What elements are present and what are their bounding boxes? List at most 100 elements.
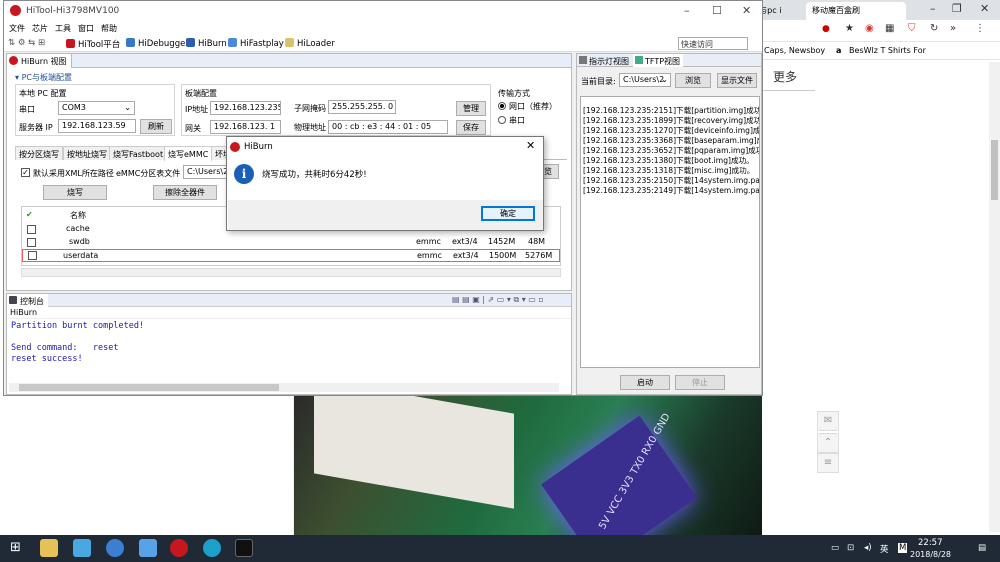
gateway-input[interactable]: 192.168.123. 1: [210, 120, 281, 134]
hifastplay-button[interactable]: HiFastplay: [228, 38, 284, 49]
shield-icon[interactable]: ⛉: [908, 23, 916, 34]
more-link[interactable]: 更多: [773, 68, 797, 85]
tab-emmc-burn[interactable]: 烧写eMMC: [164, 146, 213, 161]
scroll-thumb[interactable]: [19, 384, 279, 391]
scroll-thumb[interactable]: [991, 140, 998, 200]
chevron-down-icon: ⌄: [661, 75, 668, 84]
menu-icon[interactable]: ⋮: [975, 23, 985, 34]
serial-radio[interactable]: [498, 116, 506, 124]
weibo-icon[interactable]: ◉: [865, 23, 874, 34]
clock-time[interactable]: 22:57: [918, 538, 943, 548]
partition-start: 1500M: [489, 251, 517, 260]
ip-input[interactable]: 192.168.123.235: [210, 101, 281, 115]
quick-access-input[interactable]: 快速访问: [678, 37, 748, 50]
notification-icon[interactable]: ▤: [978, 543, 986, 553]
hiloader-button[interactable]: HiLoader: [285, 38, 335, 49]
browser-icon[interactable]: [106, 539, 124, 557]
maximize-icon[interactable]: ☐: [712, 4, 722, 17]
double-chevron-icon[interactable]: »: [950, 23, 956, 34]
gateway-label: 网关: [185, 124, 201, 133]
hitool-platform-button[interactable]: HiTool平台: [66, 38, 120, 50]
hidebugger-button[interactable]: HiDebugger: [126, 38, 189, 49]
menu-chip[interactable]: 芯片: [32, 23, 48, 34]
browser-tab-active[interactable]: 移动魔百盒刷: [806, 2, 906, 20]
network-icon[interactable]: ⊡: [847, 543, 854, 553]
hitool-taskbar-icon[interactable]: [170, 539, 188, 557]
back-to-top-icon[interactable]: ⌃: [817, 433, 839, 453]
serial-option-label: 串口: [509, 116, 525, 125]
minimize-icon[interactable]: –: [930, 2, 936, 15]
tab-console[interactable]: 控制台: [7, 294, 48, 307]
minimize-icon[interactable]: –: [684, 4, 690, 17]
manage-button[interactable]: 管理: [456, 101, 486, 116]
bookmark[interactable]: Caps, Newsboy: [764, 46, 825, 55]
close-icon[interactable]: ✕: [980, 2, 989, 15]
menu-file[interactable]: 文件: [9, 23, 25, 34]
row-checkbox[interactable]: [27, 238, 36, 247]
select-all-checkmark-icon[interactable]: ✔: [26, 210, 33, 219]
table-row[interactable]: swdb emmc ext3/4 1452M 48M: [22, 236, 560, 249]
mac-input[interactable]: 00 : cb : e3 : 44 : 01 : 05: [328, 120, 448, 134]
tab-fastboot-burn[interactable]: 烧写Fastboot: [109, 146, 168, 160]
terminal-icon[interactable]: [235, 539, 253, 557]
row-checkbox[interactable]: [27, 225, 36, 234]
refresh-icon[interactable]: ↻: [930, 23, 938, 34]
toolbar-quick-icons[interactable]: ⇅ ⚙ ⇆ ⊞: [8, 38, 45, 48]
menu-help[interactable]: 帮助: [101, 23, 117, 34]
mask-input[interactable]: 255.255.255. 0: [328, 100, 396, 114]
partition-start: 1452M: [488, 237, 516, 246]
grid-icon[interactable]: ▦: [885, 23, 894, 34]
tftp-panel: 指示灯视图 TFTP视图 当前目录: C:\Users\2 ⌄ 浏览 显示文件 […: [576, 53, 762, 395]
menu-tools[interactable]: 工具: [55, 23, 71, 34]
net-radio[interactable]: [498, 102, 506, 110]
list-icon[interactable]: ≡: [817, 453, 839, 473]
extension-icon[interactable]: ●: [822, 24, 830, 34]
hiburn-icon: [186, 38, 195, 47]
file-explorer-icon[interactable]: [40, 539, 58, 557]
cloud-icon[interactable]: [139, 539, 157, 557]
maximize-icon[interactable]: ❐: [952, 2, 962, 15]
burn-button[interactable]: 烧写: [43, 185, 107, 200]
windows-start-icon[interactable]: ⊞: [10, 540, 21, 555]
tab-partition-burn[interactable]: 按分区烧写: [15, 146, 63, 160]
table-row-selected[interactable]: userdata emmc ext3/4 1500M 5276M: [22, 249, 560, 262]
serial-port-select[interactable]: COM3 ⌄: [58, 101, 135, 115]
save-button[interactable]: 保存: [456, 120, 486, 135]
console-line: Send command: reset: [11, 343, 119, 353]
hiburn-button[interactable]: HiBurn: [186, 38, 227, 49]
tab-hiburn-view[interactable]: HiBurn 视图: [7, 54, 72, 68]
close-icon[interactable]: ✕: [742, 4, 751, 17]
store-icon[interactable]: [73, 539, 91, 557]
tftp-browse-button[interactable]: 浏览: [675, 73, 711, 88]
start-button[interactable]: 启动: [620, 375, 670, 390]
row-checkbox[interactable]: [28, 251, 37, 260]
page-scrollbar[interactable]: [989, 62, 1000, 532]
dir-select[interactable]: C:\Users\2 ⌄: [619, 73, 671, 87]
tab-indicator-view[interactable]: 指示灯视图: [577, 54, 632, 67]
console-horizontal-scrollbar[interactable]: [9, 383, 559, 392]
star-icon[interactable]: ★: [845, 23, 854, 34]
battery-icon[interactable]: ▭: [831, 543, 839, 553]
refresh-button[interactable]: 刷新: [140, 119, 172, 134]
clock-date[interactable]: 2018/8/28: [910, 550, 951, 559]
board-photo: 5V VCC 3V3 TX0 RX0 GND: [294, 396, 762, 535]
volume-icon[interactable]: ◂): [864, 543, 872, 553]
show-files-button[interactable]: 显示文件: [717, 73, 757, 88]
console-actions-icons[interactable]: ▤ ▤ ▣ | ⇗ ▭ ▾ ⧉ ▾ ▭ ▫: [452, 295, 544, 305]
sogou-icon[interactable]: [203, 539, 221, 557]
section-title[interactable]: ▾ PC与板端配置: [15, 72, 72, 83]
stop-button[interactable]: 停止: [675, 375, 725, 390]
ime-mode[interactable]: M: [898, 543, 908, 553]
ok-button[interactable]: 确定: [481, 206, 535, 221]
tab-tftp-view[interactable]: TFTP视图: [633, 54, 684, 67]
ime-language[interactable]: 英: [880, 543, 889, 555]
comment-icon[interactable]: ✉: [817, 411, 839, 431]
default-xml-checkbox[interactable]: ✓: [21, 168, 30, 177]
bookmark[interactable]: BesWlz T Shirts For: [849, 46, 926, 55]
table-horizontal-scrollbar[interactable]: [21, 268, 561, 277]
tab-address-burn[interactable]: 按地址烧写: [63, 146, 111, 160]
menu-window[interactable]: 窗口: [78, 23, 94, 34]
erase-all-button[interactable]: 擦除全器件: [153, 185, 217, 200]
close-icon[interactable]: ✕: [526, 139, 535, 152]
server-ip-select[interactable]: 192.168.123.59: [58, 119, 136, 133]
